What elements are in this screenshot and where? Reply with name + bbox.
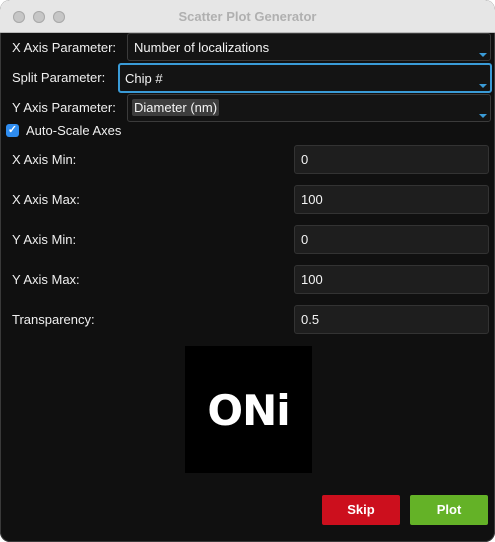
- dropdown-arrow-icon: [479, 84, 487, 88]
- x-axis-max-input[interactable]: [294, 185, 489, 214]
- skip-button[interactable]: Skip: [322, 495, 400, 525]
- transparency-input[interactable]: [294, 305, 489, 334]
- y-axis-param-value: Diameter (nm): [132, 99, 220, 116]
- window-title: Scatter Plot Generator: [178, 9, 317, 24]
- auto-scale-checkbox[interactable]: ✓: [6, 124, 19, 137]
- x-axis-min-input[interactable]: [294, 145, 489, 174]
- split-param-label: Split Parameter:: [12, 70, 106, 85]
- y-axis-min-label: Y Axis Min:: [12, 232, 77, 247]
- x-axis-max-label: X Axis Max:: [12, 192, 80, 207]
- logo-text: ONi: [207, 386, 290, 435]
- x-axis-param-label: X Axis Parameter:: [12, 40, 117, 55]
- dropdown-arrow-icon: [479, 114, 487, 118]
- oni-logo: ONi: [185, 346, 312, 473]
- dropdown-arrow-icon: [479, 53, 487, 57]
- y-axis-max-label: Y Axis Max:: [12, 272, 80, 287]
- split-param-value: Chip #: [125, 71, 163, 86]
- title-bar: Scatter Plot Generator: [0, 0, 495, 33]
- auto-scale-label[interactable]: Auto-Scale Axes: [26, 123, 121, 138]
- x-axis-param-select[interactable]: Number of localizations: [127, 33, 491, 61]
- y-axis-min-input[interactable]: [294, 225, 489, 254]
- y-axis-param-label: Y Axis Parameter:: [12, 100, 116, 115]
- x-axis-param-value: Number of localizations: [134, 40, 270, 55]
- split-param-select[interactable]: Chip #: [118, 63, 492, 93]
- app-window: Scatter Plot Generator X Axis Parameter:…: [0, 0, 495, 542]
- y-axis-max-input[interactable]: [294, 265, 489, 294]
- x-axis-min-label: X Axis Min:: [12, 152, 77, 167]
- plot-button[interactable]: Plot: [410, 495, 488, 525]
- y-axis-param-select[interactable]: Diameter (nm): [127, 94, 491, 122]
- transparency-label: Transparency:: [12, 312, 95, 327]
